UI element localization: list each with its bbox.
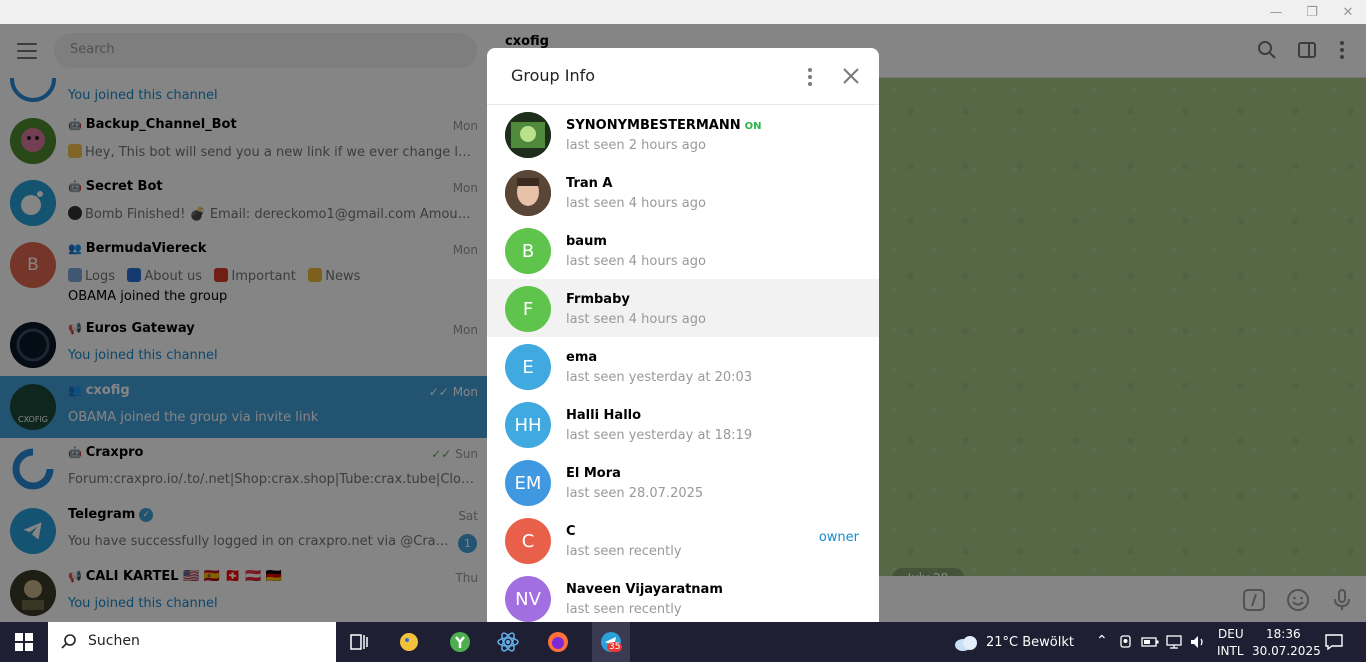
member-name: ema bbox=[566, 350, 598, 365]
chevron-up-icon[interactable]: ⌃ bbox=[1096, 633, 1108, 649]
member-name: Naveen Vijayaratnam bbox=[566, 582, 723, 597]
restore-button[interactable]: ❐ bbox=[1294, 0, 1330, 24]
member-name: El Mora bbox=[566, 466, 621, 481]
window-titlebar: — ❐ ✕ bbox=[0, 0, 1366, 24]
member-name: Tran A bbox=[566, 176, 613, 191]
close-icon[interactable] bbox=[841, 66, 861, 86]
member-avatar: HH bbox=[505, 402, 551, 448]
member-item[interactable]: B baum last seen 4 hours ago bbox=[487, 221, 879, 279]
member-last-seen: last seen 28.07.2025 bbox=[566, 486, 704, 501]
taskbar-search-input[interactable]: Suchen bbox=[48, 622, 336, 662]
keyboard-layout[interactable]: INTL bbox=[1217, 644, 1244, 658]
member-last-seen: last seen recently bbox=[566, 544, 682, 559]
member-avatar bbox=[505, 170, 551, 216]
group-info-dialog: Group Info SYNONYMBESTERMANN ON last seen… bbox=[487, 48, 879, 622]
member-avatar: C bbox=[505, 518, 551, 564]
member-avatar: EM bbox=[505, 460, 551, 506]
search-icon bbox=[61, 634, 76, 649]
member-name: Frmbaby bbox=[566, 292, 630, 307]
dialog-title: Group Info bbox=[511, 66, 596, 85]
online-tag: ON bbox=[744, 121, 762, 132]
member-last-seen: last seen 4 hours ago bbox=[566, 254, 706, 269]
telegram-app: Search You joined this channel 🤖 Backup_C… bbox=[0, 24, 1366, 622]
telegram-taskbar-icon[interactable]: 35 bbox=[592, 622, 630, 662]
minimize-button[interactable]: — bbox=[1258, 0, 1294, 24]
dialog-header: Group Info bbox=[487, 48, 879, 105]
member-item[interactable]: C C last seen recently owner bbox=[487, 511, 879, 569]
member-last-seen: last seen 4 hours ago bbox=[566, 196, 706, 211]
member-last-seen: last seen recently bbox=[566, 602, 682, 617]
member-role-owner: owner bbox=[818, 530, 859, 545]
app-green-icon[interactable] bbox=[446, 628, 474, 656]
weather-text[interactable]: 21°C Bewölkt bbox=[986, 635, 1074, 650]
member-name: Halli Hallo bbox=[566, 408, 642, 423]
member-avatar: B bbox=[505, 228, 551, 274]
member-last-seen: last seen 2 hours ago bbox=[566, 138, 706, 153]
member-item[interactable]: F Frmbaby last seen 4 hours ago bbox=[487, 279, 879, 337]
member-item[interactable]: HH Halli Hallo last seen yesterday at 18… bbox=[487, 395, 879, 453]
network-icon[interactable] bbox=[1164, 628, 1184, 656]
member-name: SYNONYMBESTERMANN ON bbox=[566, 118, 762, 133]
battery-icon[interactable] bbox=[1140, 628, 1160, 656]
clock-date[interactable]: 30.07.2025 bbox=[1252, 644, 1321, 658]
member-item[interactable]: EM El Mora last seen 28.07.2025 bbox=[487, 453, 879, 511]
member-item[interactable]: NV Naveen Vijayaratnam last seen recentl… bbox=[487, 569, 879, 622]
windows-start-icon[interactable] bbox=[10, 628, 38, 656]
member-item[interactable]: E ema last seen yesterday at 20:03 bbox=[487, 337, 879, 395]
app-duck-icon[interactable] bbox=[395, 628, 423, 656]
notifications-icon[interactable] bbox=[1320, 628, 1348, 656]
member-avatar: NV bbox=[505, 576, 551, 622]
member-name: C bbox=[566, 524, 576, 539]
members-list: SYNONYMBESTERMANN ON last seen 2 hours ag… bbox=[487, 105, 879, 622]
member-item[interactable]: SYNONYMBESTERMANN ON last seen 2 hours ag… bbox=[487, 105, 879, 163]
clock-time[interactable]: 18:36 bbox=[1266, 627, 1301, 641]
firefox-icon[interactable] bbox=[544, 628, 572, 656]
member-name: baum bbox=[566, 234, 607, 249]
member-avatar bbox=[505, 112, 551, 158]
member-last-seen: last seen yesterday at 18:19 bbox=[566, 428, 753, 443]
cloud-weather-icon[interactable] bbox=[952, 628, 980, 656]
member-last-seen: last seen yesterday at 20:03 bbox=[566, 370, 753, 385]
webcam-icon[interactable] bbox=[1116, 628, 1136, 656]
atom-app-icon[interactable] bbox=[494, 628, 522, 656]
keyboard-language[interactable]: DEU bbox=[1218, 627, 1244, 641]
windows-taskbar: Suchen 35 21°C Bewölkt ⌃ DEU INTL 18:36 … bbox=[0, 622, 1366, 662]
member-last-seen: last seen 4 hours ago bbox=[566, 312, 706, 327]
member-avatar: E bbox=[505, 344, 551, 390]
member-avatar: F bbox=[505, 286, 551, 332]
member-item[interactable]: Tran A last seen 4 hours ago bbox=[487, 163, 879, 221]
telegram-unread-badge: 35 bbox=[607, 642, 623, 652]
more-options-icon[interactable] bbox=[805, 68, 815, 86]
speaker-icon[interactable] bbox=[1188, 628, 1208, 656]
task-view-icon[interactable] bbox=[345, 628, 373, 656]
close-window-button[interactable]: ✕ bbox=[1330, 0, 1366, 24]
